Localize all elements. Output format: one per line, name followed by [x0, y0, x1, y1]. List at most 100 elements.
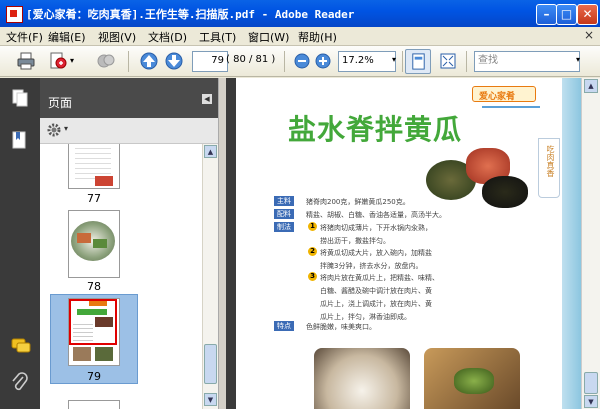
step-number: 3: [308, 272, 317, 281]
close-button[interactable]: ✕: [577, 4, 598, 25]
recipe-line: 瓜片上，浇上调成汁，放在肉片、黄: [320, 300, 432, 308]
recipe-line: 色鲜脆嫩，味美爽口。: [306, 323, 376, 331]
toolbar: ▾ 79 ( 80 / 81 ) 17.2% ▾ 查找 ▾: [0, 46, 600, 77]
scroll-up-icon[interactable]: ▲: [584, 79, 598, 93]
attachments-icon[interactable]: [11, 372, 29, 394]
method-tag: 制法: [274, 222, 294, 232]
zoom-in-icon[interactable]: [313, 51, 333, 71]
menu-tools[interactable]: 工具(T): [199, 29, 236, 45]
bookmarks-icon[interactable]: [10, 130, 30, 150]
step-photo-slicing: [424, 348, 520, 409]
fit-page-icon: [412, 53, 425, 70]
recipe-line: 将猪肉切成薄片，下开水锅内汆熟，: [320, 224, 432, 232]
page-number-input[interactable]: 79: [192, 51, 228, 72]
toolbar-separator: [128, 51, 129, 72]
dish-photo: [426, 146, 532, 212]
thumbnail-page-77[interactable]: [68, 144, 120, 189]
food-item: [93, 239, 107, 248]
cucumber-pile: [454, 368, 494, 394]
previous-page-icon[interactable]: [139, 51, 159, 71]
search-dropdown-icon[interactable]: ▾: [576, 55, 580, 64]
create-pdf-icon[interactable]: [48, 51, 68, 71]
menu-edit[interactable]: 编辑(E): [48, 29, 86, 45]
recipe-line: 将黄瓜切成大片，放入碗内，加精盐: [320, 249, 432, 257]
maximize-button[interactable]: □: [556, 4, 577, 25]
side-label-box: 吃肉真香: [538, 138, 560, 198]
recipe-line: 猪脊肉200克，鲜嫩黄瓜250克。: [306, 198, 410, 206]
options-gear-icon[interactable]: [46, 122, 62, 138]
thumbnail-label: 78: [87, 280, 101, 293]
menu-document[interactable]: 文档(D): [148, 29, 187, 45]
fit-page-button[interactable]: [405, 49, 431, 74]
food-photo: [95, 176, 113, 186]
toolbar-separator: [466, 51, 467, 72]
thumbnail-page-78[interactable]: [68, 210, 120, 278]
scroll-up-icon[interactable]: ▲: [204, 145, 217, 158]
menu-view[interactable]: 视图(V): [98, 29, 136, 45]
food-item: [77, 233, 91, 243]
menu-help[interactable]: 帮助(H): [298, 29, 337, 45]
menu-close-icon[interactable]: ×: [584, 28, 594, 42]
collaborate-icon[interactable]: [96, 51, 116, 71]
thumbnail-label: 79: [87, 370, 101, 383]
menu-window[interactable]: 窗口(W): [248, 29, 289, 45]
full-screen-icon[interactable]: [438, 51, 458, 71]
comments-icon[interactable]: [10, 336, 32, 356]
recipe-line: 捞出沥干，撒盐拌匀。: [320, 237, 390, 245]
toolbar-separator: [402, 51, 403, 72]
feature-tag: 特点: [274, 321, 294, 331]
header-badge-text: 爱心家肴: [479, 92, 516, 102]
header-rule: [482, 106, 540, 108]
recipe-line: 拌腌3分钟，挤去水分，放盘内。: [320, 262, 423, 270]
next-page-icon[interactable]: [164, 51, 184, 71]
title-bar: [爱心家肴：吃肉真香].王作生等.扫描版.pdf - Adobe Reader …: [0, 0, 600, 27]
header-badge: 爱心家肴: [472, 86, 536, 102]
side-label: 吃肉真香: [546, 145, 555, 177]
seasoning-tag: 配料: [274, 209, 294, 219]
thumbnail-label: 77: [87, 192, 101, 205]
scroll-thumb[interactable]: [204, 344, 217, 384]
recipe-line: 白糖、酱醋及碗中调汁放在肉片、黄: [320, 287, 432, 295]
page-gutter: [226, 78, 236, 409]
pages-panel-header: 页面 ◀: [40, 78, 218, 118]
zoom-out-icon[interactable]: [292, 51, 312, 71]
thumbnail-scrollbar[interactable]: ▲ ▼: [202, 144, 218, 409]
recipe-line: 瓜片上，拌匀，淋香油即成。: [320, 313, 411, 321]
scroll-thumb[interactable]: [584, 372, 598, 394]
thumbnail-list: 77 78 79: [40, 144, 202, 409]
ingredient-tag: 主料: [274, 196, 294, 206]
document-scrollbar[interactable]: ▲ ▼: [581, 78, 600, 409]
options-dropdown-icon[interactable]: ▾: [64, 124, 68, 133]
document-view[interactable]: 爱心家肴 吃肉真香 盐水脊拌黄瓜 主料 猪脊肉200克，鲜嫩黄瓜250克。 配料…: [226, 78, 581, 409]
scroll-down-icon[interactable]: ▼: [584, 395, 598, 408]
page-edge-stripe: [562, 78, 581, 409]
food-photo: [95, 347, 113, 361]
toolbar-separator: [284, 51, 285, 72]
scroll-down-icon[interactable]: ▼: [204, 393, 217, 406]
zoom-input[interactable]: 17.2%: [338, 51, 396, 72]
window-title: [爱心家肴：吃肉真香].王作生等.扫描版.pdf - Adobe Reader: [26, 8, 355, 21]
adobe-reader-icon[interactable]: [6, 6, 23, 23]
navigation-strip: [0, 78, 40, 409]
zoom-dropdown-icon[interactable]: ▾: [392, 55, 396, 64]
thumbnail-page-80[interactable]: [68, 400, 120, 409]
step-number: 1: [308, 222, 317, 231]
create-pdf-dropdown-icon[interactable]: ▾: [70, 56, 74, 65]
panel-splitter[interactable]: [218, 78, 226, 409]
recipe-title: 盐水脊拌黄瓜: [288, 113, 463, 146]
zoom-value: 17.2%: [342, 55, 374, 66]
page-count: ( 80 / 81 ): [226, 54, 276, 65]
thumbnail-page-79[interactable]: [68, 298, 120, 366]
pages-panel-icon[interactable]: [10, 88, 30, 108]
collapse-panel-icon[interactable]: ◀: [202, 94, 212, 104]
visible-area-box[interactable]: [69, 299, 117, 345]
pages-panel-title: 页面: [48, 96, 73, 110]
search-input[interactable]: 查找: [474, 51, 580, 72]
menu-file[interactable]: 文件(F): [6, 29, 43, 45]
pages-panel-toolbar: ▾: [40, 118, 218, 144]
print-icon[interactable]: [16, 51, 36, 71]
menu-bar: 文件(F) 编辑(E) 视图(V) 文档(D) 工具(T) 窗口(W) 帮助(H…: [0, 27, 600, 46]
cucumber-slice: [482, 176, 528, 208]
minimize-button[interactable]: –: [536, 4, 557, 25]
food-photo: [73, 347, 91, 361]
